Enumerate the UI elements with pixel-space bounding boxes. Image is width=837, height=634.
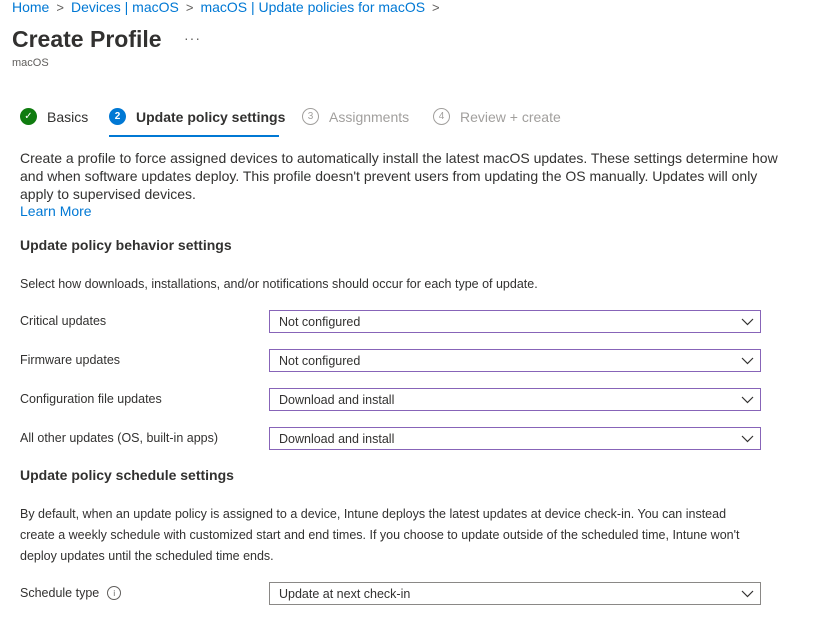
active-step-indicator [109,135,279,137]
breadcrumb-separator-icon: > [432,0,440,15]
step-number-icon: 2 [109,108,126,125]
schedule-heading: Update policy schedule settings [20,467,234,483]
dropdown-value: Not configured [279,353,361,368]
checkmark-icon: ✓ [20,108,37,125]
schedule-type-dropdown[interactable]: Update at next check-in [269,582,761,605]
step-assignments[interactable]: 3 Assignments [302,108,409,125]
behavior-note: Select how downloads, installations, and… [20,277,538,291]
chevron-down-icon [734,357,760,365]
config-file-updates-label: Configuration file updates [20,392,162,406]
step-review-create[interactable]: 4 Review + create [433,108,561,125]
firmware-updates-label: Firmware updates [20,353,121,367]
step-label: Basics [47,108,89,125]
breadcrumb: Home > Devices | macOS > macOS | Update poli… [12,0,447,15]
dropdown-value: Update at next check-in [279,586,411,601]
chevron-down-icon [734,318,760,326]
chevron-down-icon [734,396,760,404]
step-label: Assignments [329,108,410,125]
critical-updates-dropdown[interactable]: Not configured [269,310,761,333]
other-updates-label: All other updates (OS, built-in apps) [20,431,219,445]
step-label: Update policy settings [136,108,286,125]
step-label: Review + create [460,108,561,125]
breadcrumb-update-policies[interactable]: macOS | Update policies for macOS [200,0,425,15]
dropdown-value: Download and install [279,431,395,446]
info-icon[interactable]: i [107,586,122,600]
chevron-down-icon [734,435,760,443]
step-basics[interactable]: ✓ Basics [20,108,88,125]
learn-more-link[interactable]: Learn More [20,203,92,219]
critical-updates-label: Critical updates [20,314,107,328]
schedule-description: By default, when an update policy is ass… [20,507,740,563]
behavior-heading: Update policy behavior settings [20,237,232,253]
page-subtitle: macOS [12,57,49,69]
step-number-icon: 3 [302,108,319,125]
step-update-policy-settings[interactable]: 2 Update policy settings [109,108,285,125]
step-number-icon: 4 [433,108,450,125]
config-file-updates-dropdown[interactable]: Download and install [269,388,761,411]
chevron-down-icon [734,590,760,598]
breadcrumb-home[interactable]: Home [12,0,49,15]
dropdown-value: Download and install [279,392,395,407]
breadcrumb-separator-icon: > [56,0,64,15]
schedule-type-label: Schedule type i [20,586,122,600]
other-updates-dropdown[interactable]: Download and install [269,427,761,450]
breadcrumb-devices-macos[interactable]: Devices | macOS [71,0,179,15]
more-options-icon[interactable]: ··· [184,30,201,46]
firmware-updates-dropdown[interactable]: Not configured [269,349,761,372]
schedule-type-text: Schedule type [20,586,100,600]
dropdown-value: Not configured [279,314,361,329]
intro-description: Create a profile to force assigned devic… [20,150,778,202]
page-title: Create Profile [12,26,162,52]
breadcrumb-separator-icon: > [185,0,194,15]
